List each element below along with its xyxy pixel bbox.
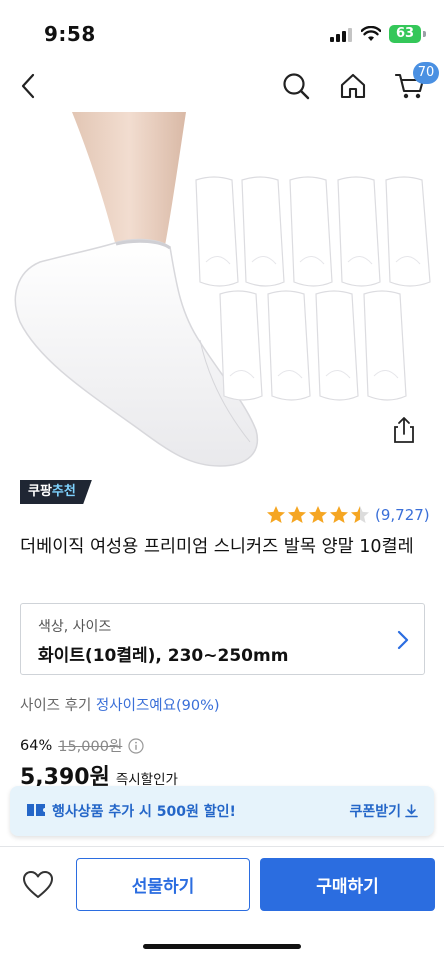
info-icon[interactable] [128,737,144,754]
gift-button[interactable]: 선물하기 [76,858,250,911]
status-time: 9:58 [44,22,96,46]
wifi-icon [361,26,381,41]
star-icon [288,506,306,523]
coupon-banner[interactable]: 행사상품 추가 시 500원 할인! 쿠폰받기 [10,786,434,836]
size-review[interactable]: 사이즈 후기 정사이즈예요(90%) [20,694,220,715]
battery-icon: 63 [389,25,421,43]
search-icon [283,73,310,100]
home-indicator [143,944,301,949]
size-review-label: 사이즈 후기 [20,698,92,714]
original-price: 15,000원 [58,739,123,755]
status-bar: 9:58 63 [0,0,444,56]
recommend-badge-prefix: 쿠팡 [28,484,52,499]
battery-cap [423,31,426,37]
socks-illustration [14,112,431,467]
recommend-badge-highlight: 추천 [51,484,76,499]
star-rating [266,505,371,525]
coupon-download-label: 쿠폰받기 [349,804,401,820]
star-icon [330,506,348,523]
star-icon [309,506,327,523]
back-icon [21,73,35,99]
bottom-bar-divider [0,846,444,847]
final-price-label: 즉시할인가 [115,772,178,788]
option-value: 화이트(10켤레), 230~250mm [38,646,289,666]
star-icon [351,506,369,523]
coupon-text: 행사상품 추가 시 500원 할인! [52,804,236,820]
review-count[interactable]: (9,727) [375,506,430,524]
back-button[interactable] [8,66,48,106]
size-review-value: 정사이즈예요(90%) [95,698,220,714]
buy-button[interactable]: 구매하기 [260,858,435,911]
share-button[interactable] [390,416,418,444]
discount-row: 64% 15,000원 [20,735,144,756]
home-button[interactable] [333,66,373,106]
star-icon [267,506,285,523]
search-button[interactable] [276,66,316,106]
cellular-signal-icon [330,28,352,42]
heart-icon [23,871,53,898]
product-image[interactable] [0,112,444,468]
rating[interactable]: (9,727) [266,504,430,526]
product-title: 더베이직 여성용 프리미엄 스니커즈 발목 양말 10켤레 [20,537,414,557]
share-icon [394,417,414,443]
option-selector[interactable]: 색상, 사이즈 화이트(10켤레), 230~250mm [20,603,425,675]
recommend-badge: 쿠팡추천 [20,480,92,504]
chevron-right-icon [397,630,409,650]
wishlist-button[interactable] [22,870,54,900]
option-label: 색상, 사이즈 [38,619,112,635]
coupon-icon [27,804,45,816]
nav-bar [0,56,444,116]
cart-count-badge: 70 [413,62,439,84]
home-icon [340,73,366,99]
download-icon [405,804,418,818]
coupon-download-button[interactable]: 쿠폰받기 [349,801,418,821]
discount-rate: 64% [20,737,53,754]
